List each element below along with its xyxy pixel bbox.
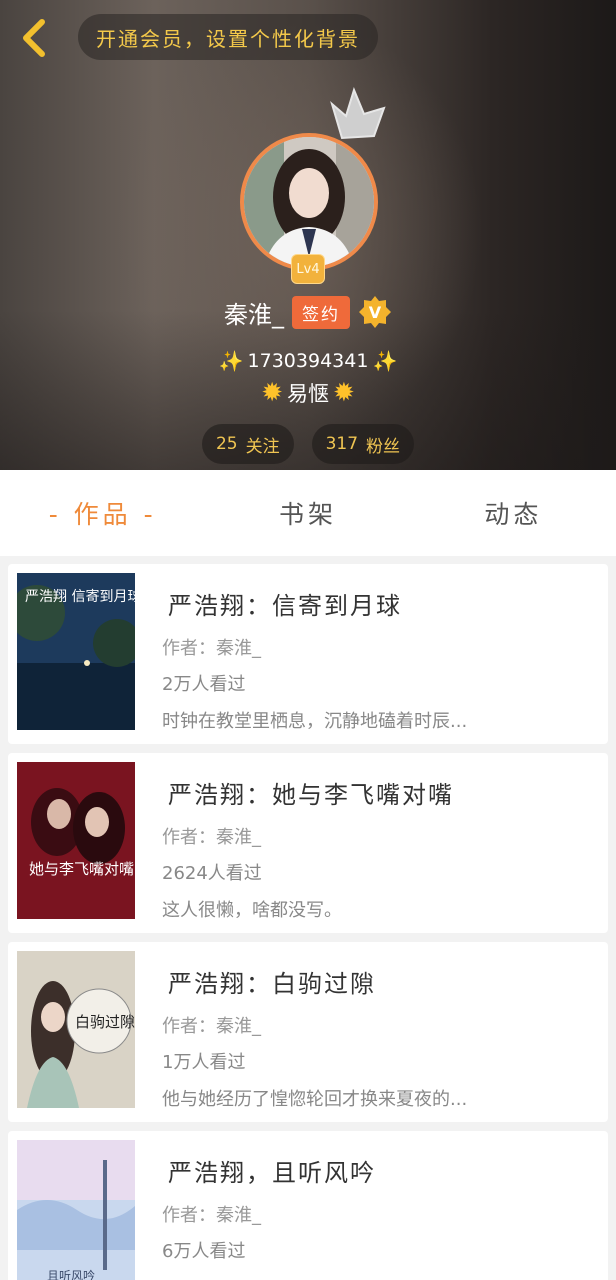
sparkle-icon: ✨	[372, 349, 398, 373]
book-reads: 1万人看过	[162, 1052, 246, 1073]
book-author: 作者：秦淮_	[162, 827, 261, 848]
motto-text: 易惬	[287, 382, 329, 406]
avatar-image	[244, 137, 374, 267]
motto-row: ✹ 易惬 ✹	[0, 376, 616, 410]
book-cover: 严浩翔 信寄到月球	[17, 573, 135, 730]
book-description: 这人很懒，啥都没写。	[162, 900, 342, 921]
book-title: 严浩翔：她与李飞嘴对嘴	[168, 781, 454, 809]
svg-text:她与李飞嘴对嘴: 她与李飞嘴对嘴	[29, 860, 134, 878]
follow-button[interactable]: 25 关注	[201, 424, 294, 464]
book-cover: 她与李飞嘴对嘴	[17, 762, 135, 919]
tab-bookshelf[interactable]: 书架	[205, 470, 410, 556]
sun-icon: ✹	[261, 378, 283, 408]
book-author: 作者：秦淮_	[162, 1016, 261, 1037]
fans-label: 粉丝	[366, 436, 401, 457]
follow-label: 关注	[245, 436, 280, 457]
sparkle-icon: ✨	[218, 349, 244, 373]
book-cover: 且听风吟	[17, 1140, 135, 1280]
tab-works[interactable]: - 作品 -	[0, 470, 205, 556]
user-id-row: ✨ 1730394341 ✨	[0, 344, 616, 378]
avatar[interactable]	[240, 133, 378, 271]
user-id: 1730394341	[247, 350, 369, 372]
book-title: 严浩翔，且听风吟	[168, 1159, 376, 1187]
book-card[interactable]: 她与李飞嘴对嘴 严浩翔：她与李飞嘴对嘴 作者：秦淮_ 2624人看过 这人很懒，…	[8, 753, 608, 933]
verified-v-icon: V	[359, 296, 391, 328]
fans-count: 317	[325, 434, 359, 454]
vip-banner-text: 开通会员，设置个性化背景	[96, 26, 360, 51]
svg-text:V: V	[369, 303, 382, 322]
works-list: 严浩翔 信寄到月球 严浩翔：信寄到月球 作者：秦淮_ 2万人看过 时钟在教堂里栖…	[8, 564, 608, 1280]
book-author: 作者：秦淮_	[162, 638, 261, 659]
signed-badge: 签约	[292, 295, 350, 329]
book-card[interactable]: 白驹过隙 严浩翔：白驹过隙 作者：秦淮_ 1万人看过 他与她经历了惶惚轮回才换来…	[8, 942, 608, 1122]
profile-header: 开通会员，设置个性化背景 Lv4 秦淮_ 签约 V ✨ 1730394341 ✨…	[0, 0, 616, 470]
sun-icon: ✹	[333, 378, 355, 408]
book-reads: 6万人看过	[162, 1241, 246, 1262]
book-cover: 白驹过隙	[17, 951, 135, 1108]
profile-tabs: - 作品 - 书架 动态	[0, 470, 616, 556]
chevron-left-icon	[23, 19, 45, 57]
vip-background-banner[interactable]: 开通会员，设置个性化背景	[78, 14, 378, 60]
stats-row: 25 关注 317 粉丝	[0, 424, 616, 464]
back-button[interactable]	[14, 16, 54, 60]
svg-text:白驹过隙: 白驹过隙	[75, 1013, 135, 1031]
follow-count: 25	[215, 434, 238, 454]
book-description: 他与她经历了惶惚轮回才换来夏夜的...	[162, 1089, 468, 1110]
tab-activity[interactable]: 动态	[411, 470, 616, 556]
book-card[interactable]: 且听风吟 严浩翔，且听风吟 作者：秦淮_ 6万人看过	[8, 1131, 608, 1280]
book-card[interactable]: 严浩翔 信寄到月球 严浩翔：信寄到月球 作者：秦淮_ 2万人看过 时钟在教堂里栖…	[8, 564, 608, 744]
book-reads: 2624人看过	[162, 863, 262, 884]
fans-button[interactable]: 317 粉丝	[311, 424, 415, 464]
username-row: 秦淮_ 签约 V	[0, 292, 616, 332]
book-title: 严浩翔：白驹过隙	[168, 970, 376, 998]
book-author: 作者：秦淮_	[162, 1205, 261, 1226]
level-badge: Lv4	[291, 254, 325, 284]
username: 秦淮_	[224, 300, 284, 329]
svg-text:严浩翔 信寄到月球: 严浩翔 信寄到月球	[25, 588, 135, 605]
book-reads: 2万人看过	[162, 674, 246, 695]
book-description: 时钟在教堂里栖息，沉静地磕着时辰...	[162, 711, 468, 732]
svg-text:且听风吟: 且听风吟	[47, 1268, 95, 1280]
crown-icon	[330, 87, 386, 140]
book-title: 严浩翔：信寄到月球	[168, 592, 402, 620]
